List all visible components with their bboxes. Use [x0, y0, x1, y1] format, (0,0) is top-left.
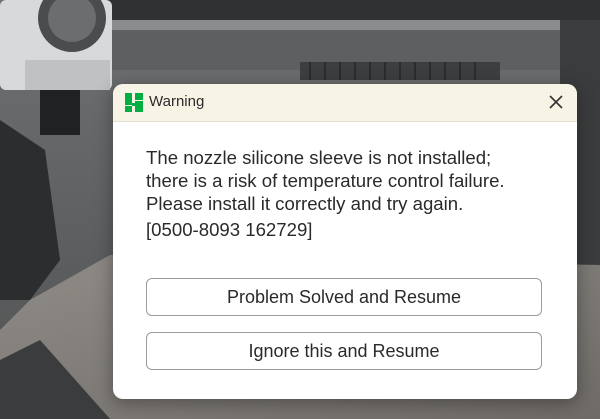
message-line: The nozzle silicone sleeve is not instal… [146, 147, 492, 168]
dialog-message: The nozzle silicone sleeve is not instal… [146, 146, 556, 241]
dialog-title: Warning [149, 93, 205, 110]
bambu-logo-icon [125, 93, 143, 112]
close-icon [549, 95, 563, 109]
warning-dialog: Warning The nozzle silicone sleeve is no… [113, 84, 577, 399]
error-code: [0500-8093 162729] [146, 219, 313, 240]
problem-solved-resume-button[interactable]: Problem Solved and Resume [146, 278, 542, 316]
dialog-titlebar: Warning [113, 84, 577, 122]
message-line: there is a risk of temperature control f… [146, 170, 505, 191]
message-line: Please install it correctly and try agai… [146, 193, 464, 214]
ignore-and-resume-button[interactable]: Ignore this and Resume [146, 332, 542, 370]
close-button[interactable] [543, 89, 569, 115]
